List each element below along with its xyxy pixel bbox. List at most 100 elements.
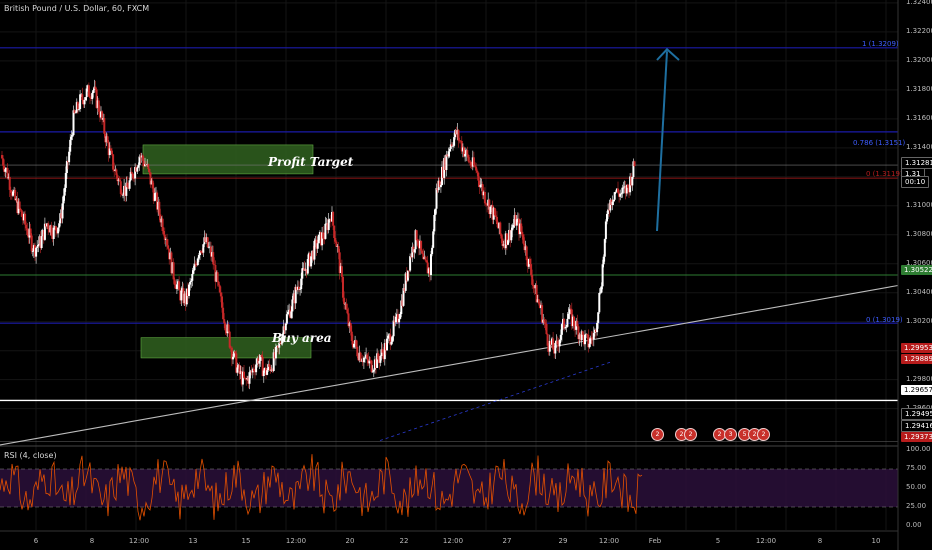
time-tick-label: 22	[399, 537, 409, 545]
candle-down	[178, 281, 181, 290]
candle-down	[161, 218, 164, 232]
economic-event-badge[interactable]: 2	[651, 428, 664, 441]
candle-up	[439, 184, 442, 188]
candle-down	[260, 355, 263, 357]
candle-up	[489, 206, 492, 215]
price-tick-label: 1.32200	[906, 26, 932, 35]
candle-down	[194, 263, 197, 265]
candle-down	[30, 235, 33, 252]
candle-up	[603, 239, 606, 257]
candle-down	[408, 270, 410, 272]
candle-down	[216, 272, 219, 282]
candle-down	[545, 323, 548, 335]
candle-up	[306, 259, 309, 274]
candle-up	[266, 370, 269, 375]
candle-down	[499, 222, 502, 235]
price-tag: 1.29657	[901, 385, 932, 395]
candle-up	[64, 173, 67, 188]
candle-down	[586, 334, 589, 335]
time-tick-label: 10	[871, 537, 881, 545]
candle-down	[563, 318, 566, 329]
candle-up	[190, 280, 193, 282]
candle-up	[453, 137, 456, 146]
candle-down	[532, 284, 535, 286]
candle-down	[590, 337, 593, 339]
candle-up	[63, 187, 66, 196]
price-tick-label: 1.32400	[906, 0, 932, 6]
candle-up	[406, 270, 409, 281]
candle-up	[600, 286, 603, 293]
time-tick-label: 20	[345, 537, 355, 545]
time-tick-label: 12:00	[598, 537, 620, 545]
candle-down	[466, 150, 469, 155]
candle-down	[333, 225, 336, 239]
time-tick-label: 8	[89, 537, 95, 545]
price-tag: 1.29889	[901, 354, 932, 364]
candle-up	[554, 342, 557, 354]
candle-down	[172, 262, 175, 280]
candle-down	[424, 256, 427, 261]
candle-down	[346, 309, 349, 314]
candle-up	[248, 372, 251, 384]
candle-up	[392, 320, 395, 337]
candle-up	[435, 188, 438, 209]
candle-up	[197, 255, 200, 259]
candle-up	[602, 256, 605, 265]
candle-up	[70, 136, 73, 140]
candle-up	[136, 167, 139, 172]
candle-up	[324, 223, 327, 239]
candle-down	[335, 241, 338, 247]
candle-up	[71, 135, 74, 137]
candle-up	[78, 108, 80, 110]
economic-event-badge[interactable]: 3	[724, 428, 737, 441]
candle-up	[262, 370, 265, 377]
chart-canvas[interactable]	[0, 0, 932, 550]
candle-up	[596, 322, 599, 333]
candle-down	[298, 286, 300, 290]
rsi-band	[0, 469, 898, 507]
time-tick-label: 27	[502, 537, 512, 545]
candle-down	[151, 180, 154, 189]
candle-down	[355, 340, 358, 347]
candle-up	[274, 347, 277, 359]
candle-up	[398, 318, 401, 323]
candle-down	[576, 320, 579, 327]
candle-up	[620, 193, 623, 195]
candle-down	[89, 96, 91, 98]
candle-down	[94, 86, 97, 90]
candle-down	[366, 354, 369, 359]
candle-down	[530, 264, 533, 276]
candle-up	[559, 334, 562, 340]
candle-down	[147, 164, 150, 169]
time-tick-label: 8	[817, 537, 823, 545]
candle-up	[430, 254, 432, 276]
candle-down	[163, 234, 166, 240]
candle-up	[558, 339, 561, 347]
candle-up	[507, 240, 509, 245]
symbol-title: British Pound / U.S. Dollar, 60, FXCM	[4, 4, 150, 13]
candle-up	[192, 270, 195, 274]
candle-down	[537, 299, 540, 304]
candle-down	[332, 212, 335, 226]
candle-up	[191, 273, 194, 281]
candle-down	[356, 346, 359, 357]
candle-down	[343, 297, 346, 305]
candle-up	[138, 156, 141, 165]
candle-up	[327, 219, 330, 231]
candle-up	[316, 243, 319, 249]
economic-event-badge[interactable]: 2	[684, 428, 697, 441]
price-tick-label: 1.31000	[906, 200, 932, 209]
candle-up	[35, 247, 38, 257]
candle-up	[560, 324, 563, 335]
candle-down	[221, 296, 223, 308]
candle-down	[345, 303, 348, 310]
candle-down	[415, 230, 418, 241]
candle-up	[588, 343, 591, 348]
candle-up	[258, 360, 261, 364]
candle-up	[153, 193, 156, 201]
candle-down	[6, 168, 9, 179]
candle-up	[180, 290, 183, 301]
candle-up	[390, 341, 393, 345]
economic-event-badge[interactable]: 2	[757, 428, 770, 441]
time-tick-label: 12:00	[128, 537, 150, 545]
